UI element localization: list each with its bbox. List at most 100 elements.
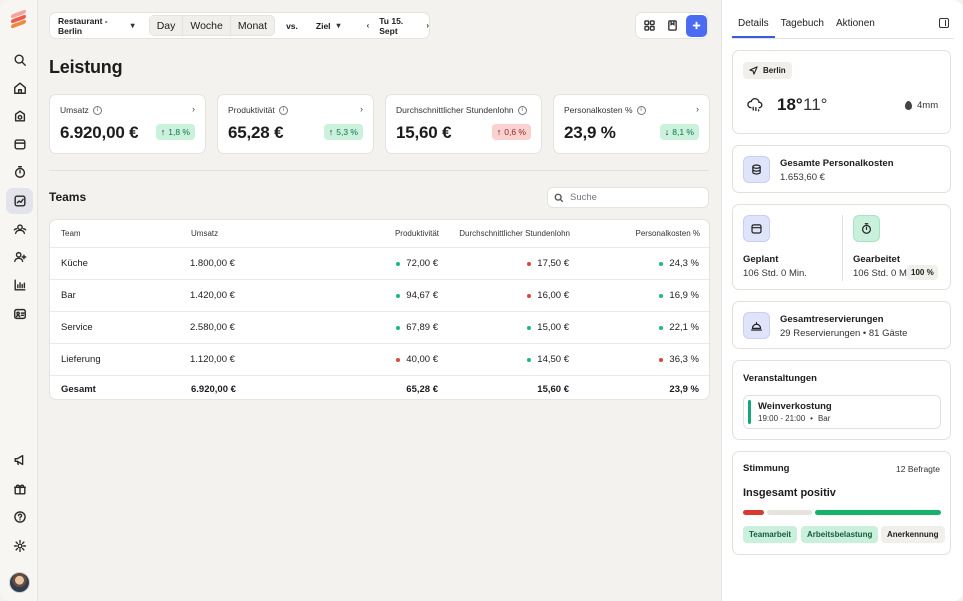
add-button[interactable]	[686, 14, 707, 37]
reservations-card[interactable]: Gesamtreservierungen 29 Reservierungen •…	[732, 301, 951, 349]
contacts-icon[interactable]	[6, 301, 33, 327]
status-dot	[396, 261, 401, 266]
app-window: Restaurant - Berlin ▾ Day Woche Monat vs…	[0, 0, 963, 601]
personnel-cost-card[interactable]: Gesamte Personalkosten 1.653,60 €	[732, 145, 951, 193]
event-item[interactable]: Weinverkostung 19:00 - 21:00 • Bar	[743, 395, 941, 429]
chevron-right-icon: ›	[360, 104, 363, 114]
tab-actions[interactable]: Aktionen	[830, 12, 881, 38]
column-header[interactable]: Umsatz	[191, 220, 218, 247]
mood-bar-negative	[743, 510, 764, 515]
total-label: Gesamt	[61, 383, 96, 395]
current-date[interactable]: Tu 15. Sept	[379, 16, 416, 36]
app-logo[interactable]	[11, 9, 27, 29]
tab-details[interactable]: Details	[732, 12, 775, 38]
search-input[interactable]	[570, 192, 700, 203]
event-name: Weinverkostung	[758, 401, 832, 412]
calendar-icon[interactable]	[6, 131, 33, 157]
chevron-left-icon[interactable]: ‹	[367, 21, 370, 30]
timer-icon[interactable]	[6, 159, 33, 185]
table-row[interactable]: Lieferung 1.120,00 € 40,00 € 14,50 € 36,…	[50, 343, 709, 375]
kpi-card-revenue[interactable]: Umsatz i › 6.920,00 € ↑ 1,8 %	[49, 94, 206, 154]
status-dot	[527, 357, 532, 362]
location-selector[interactable]: Restaurant - Berlin ▾	[50, 13, 143, 38]
wage-cell: 16,00 €	[527, 280, 569, 311]
location-chip[interactable]: Berlin	[743, 62, 792, 79]
trend-value: 0,6 %	[504, 127, 526, 137]
chevron-right-icon[interactable]: ›	[426, 21, 429, 30]
info-icon[interactable]: i	[517, 105, 527, 115]
kpi-label: Durchschnittlicher Stundenlohn	[396, 105, 514, 115]
period-week[interactable]: Woche	[183, 16, 231, 35]
status-dot	[659, 325, 664, 330]
kpi-label: Umsatz	[60, 105, 89, 115]
tab-journal[interactable]: Tagebuch	[775, 12, 830, 38]
mood-tag[interactable]: Arbeitsbelastung	[801, 526, 879, 543]
notebook-icon[interactable]	[663, 16, 682, 36]
kpi-card-productivity[interactable]: Produktivität i › 65,28 € ↑ 5,3 %	[217, 94, 374, 154]
status-dot	[396, 325, 401, 330]
add-person-icon[interactable]	[6, 244, 33, 270]
kpi-card-personnel-cost[interactable]: Personalkosten % i › 23,9 % ↓ 8,1 %	[553, 94, 710, 154]
team-icon[interactable]	[6, 216, 33, 242]
revenue-cell: 2.580,00 €	[190, 322, 235, 333]
comparison-selector[interactable]: Ziel ▾	[316, 21, 341, 31]
avatar[interactable]	[9, 572, 30, 593]
column-header[interactable]: Team	[61, 220, 81, 247]
table-row[interactable]: Bar 1.420,00 € 94,67 € 16,00 € 16,9 %	[50, 279, 709, 311]
card-value: 1.653,60 €	[780, 172, 825, 183]
table-row[interactable]: Küche 1.800,00 € 72,00 € 17,50 € 24,3 %	[50, 247, 709, 279]
home-icon[interactable]	[6, 75, 33, 101]
bell-icon	[743, 312, 770, 339]
mood-tag[interactable]: Teamarbeit	[743, 526, 798, 543]
info-icon[interactable]: i	[92, 105, 102, 115]
page-title: Leistung	[49, 57, 123, 77]
worked-percent-badge: 100 %	[907, 265, 938, 280]
mood-tag[interactable]: Anerkennung	[881, 526, 945, 543]
mood-bar-positive	[815, 510, 941, 515]
column-header[interactable]: Produktivität	[395, 220, 439, 247]
locations-icon[interactable]	[6, 103, 33, 129]
raindrop-icon	[905, 101, 912, 110]
performance-icon[interactable]	[6, 188, 33, 214]
settings-icon[interactable]	[6, 533, 33, 559]
collapse-panel-icon[interactable]	[939, 18, 949, 28]
rain-value: 4mm	[917, 100, 939, 111]
kpi-value: 6.920,00 €	[60, 123, 139, 142]
widgets-icon[interactable]	[640, 16, 659, 36]
comparison-value: Ziel	[315, 20, 331, 31]
kpi-card-avg-wage[interactable]: Durchschnittlicher Stundenlohn i 15,60 € …	[385, 94, 542, 154]
cell-value: 40,00 €	[406, 354, 438, 365]
productivity-cell: 40,00 €	[396, 344, 438, 375]
period-day[interactable]: Day	[149, 16, 184, 35]
info-icon[interactable]: i	[636, 105, 646, 115]
gift-icon[interactable]	[6, 476, 33, 502]
calendar-icon	[743, 215, 770, 242]
trend-badge: ↑ 0,6 %	[491, 124, 531, 140]
kpi-value: 15,60 €	[396, 123, 452, 142]
info-icon[interactable]: i	[278, 105, 288, 115]
table-total-row: Gesamt 6.920,00 € 65,28 € 15,60 € 23,9 %	[50, 375, 709, 399]
reports-icon[interactable]	[6, 272, 33, 298]
table-row[interactable]: Service 2.580,00 € 67,89 € 15,00 € 22,1 …	[50, 311, 709, 343]
trend-badge: ↓ 8,1 %	[659, 124, 699, 140]
cell-value: 67,89 €	[406, 322, 438, 333]
revenue-cell: 1.800,00 €	[190, 258, 235, 269]
personnel-cost-cell: 16,9 %	[659, 280, 699, 311]
toolbar	[635, 12, 708, 39]
announcements-icon[interactable]	[6, 447, 33, 473]
cell-value: 16,00 €	[537, 290, 569, 301]
personnel-cost-cell: 23,9 %	[669, 383, 699, 395]
search-icon[interactable]	[6, 47, 33, 73]
column-header[interactable]: Durchschnittlicher Stundenlohn	[459, 220, 570, 247]
divider	[49, 170, 709, 171]
panel-tabs: Details Tagebuch Aktionen	[732, 12, 881, 38]
help-icon[interactable]	[6, 504, 33, 530]
planned-value: 106 Std. 0 Min.	[743, 268, 807, 279]
cell-value: 36,3 %	[669, 354, 699, 365]
teams-table: Team Umsatz Produktivität Durchschnittli…	[49, 219, 710, 400]
event-place: Bar	[817, 414, 831, 423]
column-header[interactable]: Personalkosten %	[636, 220, 700, 247]
mood-card: Stimmung 12 Befragte Insgesamt positiv T…	[732, 451, 951, 555]
respondents-count: 12 Befragte	[896, 464, 940, 474]
period-month[interactable]: Monat	[231, 16, 274, 35]
